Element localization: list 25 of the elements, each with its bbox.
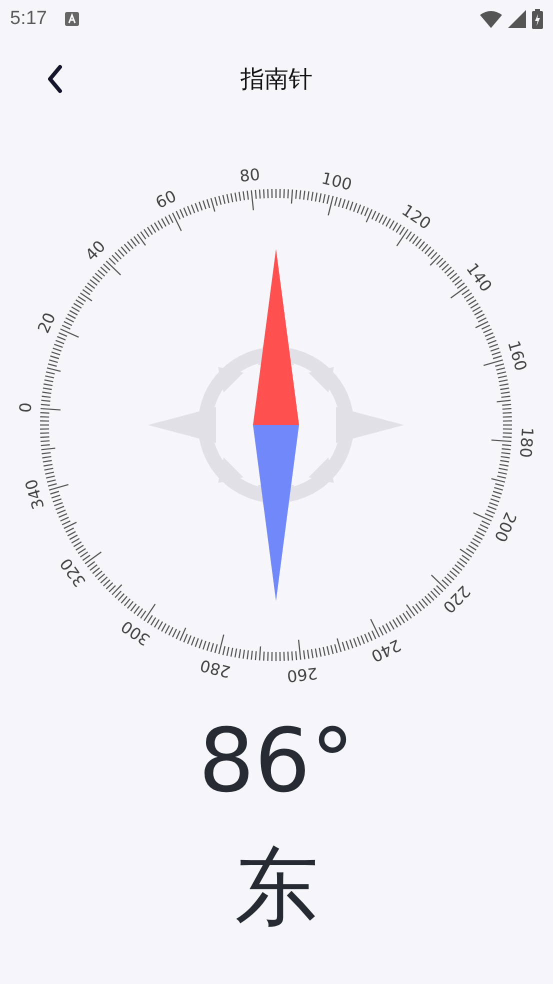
dial-label: 80 — [238, 164, 261, 186]
dial-label: 160 — [504, 338, 531, 374]
dial-label: 0 — [16, 402, 36, 414]
dial-label: 60 — [152, 186, 180, 212]
dial-label: 240 — [368, 635, 404, 666]
wifi-icon — [480, 10, 502, 28]
heading-degrees: 86° — [198, 717, 356, 805]
dial-label: 120 — [398, 200, 434, 234]
dial-label: 260 — [286, 664, 318, 686]
page-title: 指南针 — [240, 64, 312, 95]
signal-icon — [508, 10, 526, 28]
direction-label: 东 — [234, 845, 320, 929]
status-time: 5:17 — [10, 8, 47, 30]
dial-label: 280 — [198, 656, 232, 682]
back-icon — [45, 64, 65, 94]
dial-label: 20 — [34, 310, 60, 336]
dial-label: 340 — [21, 476, 48, 512]
dial-label: 200 — [490, 509, 520, 545]
dial-label: 220 — [439, 582, 474, 618]
keyboard-icon — [64, 12, 79, 26]
battery-icon — [532, 9, 543, 29]
dial-label: 40 — [81, 236, 110, 264]
dial-label: 180 — [516, 426, 538, 458]
dial-label: 300 — [118, 616, 154, 650]
dial-label: 100 — [320, 168, 354, 194]
